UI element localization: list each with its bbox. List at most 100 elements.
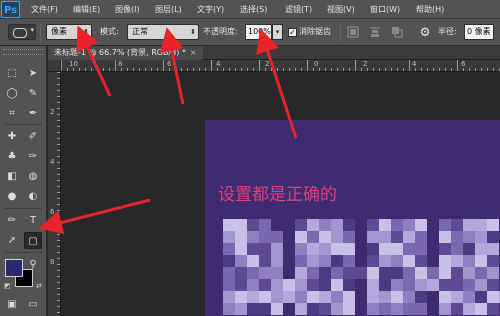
mosaic-block [463, 243, 475, 255]
menu-view[interactable]: 视图(V) [327, 0, 355, 19]
ruler-label: 2 [50, 108, 55, 116]
mosaic-block [259, 255, 271, 267]
mosaic-block [271, 267, 283, 279]
foreground-color-swatch[interactable] [5, 259, 23, 277]
mosaic-block [367, 303, 379, 315]
swap-colors-icon[interactable]: ⇄ [36, 282, 42, 290]
mosaic-block [367, 267, 379, 279]
mosaic-block [475, 267, 487, 279]
mosaic-block [235, 303, 247, 315]
antialias-checkbox[interactable]: ✓ [288, 28, 297, 37]
panel-grip[interactable] [3, 49, 43, 55]
menu-layer[interactable]: 图层(L) [155, 0, 182, 19]
mosaic-block [451, 279, 463, 291]
mosaic-block [367, 231, 379, 243]
type-tool-icon[interactable]: T [24, 212, 42, 229]
mosaic-block [463, 219, 475, 231]
path-alignment-icon[interactable] [369, 26, 381, 38]
menu-image[interactable]: 图像(I) [115, 0, 140, 19]
pen-tool-icon[interactable]: ✏ [3, 212, 21, 229]
ruler-label: 8 [50, 258, 55, 266]
mosaic-block [391, 255, 403, 267]
unit-select[interactable]: 像素 ⬍ [46, 24, 92, 40]
document-tab[interactable]: 未标题-1 @ 66.7% (背景, RGB/8) * × [48, 46, 203, 60]
menu-type[interactable]: 文字(Y) [197, 0, 224, 19]
rectangular-marquee-tool-icon[interactable]: ⬚ [3, 65, 21, 82]
ruler-origin[interactable] [48, 60, 61, 72]
opacity-dropdown-button[interactable]: ▾ [272, 24, 283, 40]
crop-tool-icon[interactable]: ⌗ [3, 105, 21, 122]
mosaic-block [319, 279, 331, 291]
healing-brush-tool-icon[interactable]: ✚ [3, 128, 21, 145]
dodge-tool-icon[interactable]: ◐ [24, 188, 42, 205]
mosaic-block [271, 279, 283, 291]
ruler-label: 6 [50, 208, 55, 216]
mosaic-block [487, 279, 499, 291]
tool-preset-picker[interactable] [8, 24, 36, 40]
history-brush-tool-icon[interactable]: ✑ [24, 148, 42, 165]
chevron-updown-icon: ⬍ [83, 28, 89, 36]
mosaic-block [223, 255, 235, 267]
quick-mask-icon[interactable]: ▣ [3, 296, 21, 313]
paint-bucket-tool-icon[interactable]: ◍ [24, 168, 42, 185]
lasso-tool-icon[interactable]: ◯ [3, 85, 21, 102]
mosaic-block [379, 243, 391, 255]
pixelated-content [223, 219, 500, 315]
mosaic-block [271, 255, 283, 267]
menu-help[interactable]: 帮助(H) [416, 0, 444, 19]
close-icon[interactable]: × [190, 48, 197, 57]
move-tool-icon[interactable]: ➤ [24, 65, 42, 82]
quick-selection-tool-icon[interactable]: ✎ [24, 85, 42, 102]
mosaic-block [439, 267, 451, 279]
mosaic-block [343, 303, 355, 315]
options-divider [340, 24, 341, 41]
mosaic-block [247, 279, 259, 291]
document-tab-bar: 未标题-1 @ 66.7% (背景, RGB/8) * × [48, 46, 500, 60]
mosaic-block [463, 231, 475, 243]
mosaic-block [247, 291, 259, 303]
blur-tool-icon[interactable]: ● [3, 188, 21, 205]
mosaic-block [415, 219, 427, 231]
mosaic-block [295, 303, 307, 315]
mode-select[interactable]: 正常 ⬍ [127, 24, 199, 40]
mosaic-block [355, 267, 367, 279]
menu-edit[interactable]: 编辑(E) [73, 0, 100, 19]
mosaic-block [475, 291, 487, 303]
mosaic-block [403, 231, 415, 243]
mosaic-block [271, 303, 283, 315]
clone-stamp-tool-icon[interactable]: ♣ [3, 148, 21, 165]
mosaic-block [307, 291, 319, 303]
menu-window[interactable]: 窗口(W) [370, 0, 400, 19]
mosaic-block [235, 231, 247, 243]
eraser-tool-icon[interactable]: ◧ [3, 168, 21, 185]
ruler-label: 4 [412, 60, 417, 68]
path-arrangement-icon[interactable] [391, 26, 403, 38]
mode-select-value: 正常 [132, 27, 148, 36]
menu-select[interactable]: 选择(S) [240, 0, 267, 19]
mosaic-block [415, 267, 427, 279]
radius-input[interactable]: 0 像素 [464, 24, 494, 40]
ruler-label: 6 [461, 60, 466, 68]
mosaic-block [295, 279, 307, 291]
mosaic-block [451, 231, 463, 243]
mosaic-block [379, 279, 391, 291]
mosaic-block [307, 267, 319, 279]
rounded-rectangle-tool-icon[interactable]: ▢ [24, 232, 42, 249]
menu-file[interactable]: 文件(F) [31, 0, 58, 19]
default-colors-icon[interactable]: ◩ [4, 282, 11, 290]
screen-mode-icon[interactable]: ▭ [24, 296, 42, 313]
mosaic-block [475, 255, 487, 267]
mosaic-block [463, 255, 475, 267]
gear-icon[interactable]: ⚙ [418, 25, 432, 39]
opacity-input[interactable]: 100% [245, 24, 272, 40]
path-operations-icon[interactable] [347, 26, 359, 38]
brush-tool-icon[interactable]: ✐ [24, 128, 42, 145]
eyedropper-tool-icon[interactable]: ✒ [24, 105, 42, 122]
mosaic-block [475, 303, 487, 315]
path-selection-tool-icon[interactable]: ➚ [3, 232, 21, 249]
mosaic-block [235, 279, 247, 291]
ruler-label: 8 [118, 60, 123, 68]
mosaic-block [223, 303, 235, 315]
menu-filter[interactable]: 滤镜(T) [285, 0, 312, 19]
mosaic-block [223, 291, 235, 303]
